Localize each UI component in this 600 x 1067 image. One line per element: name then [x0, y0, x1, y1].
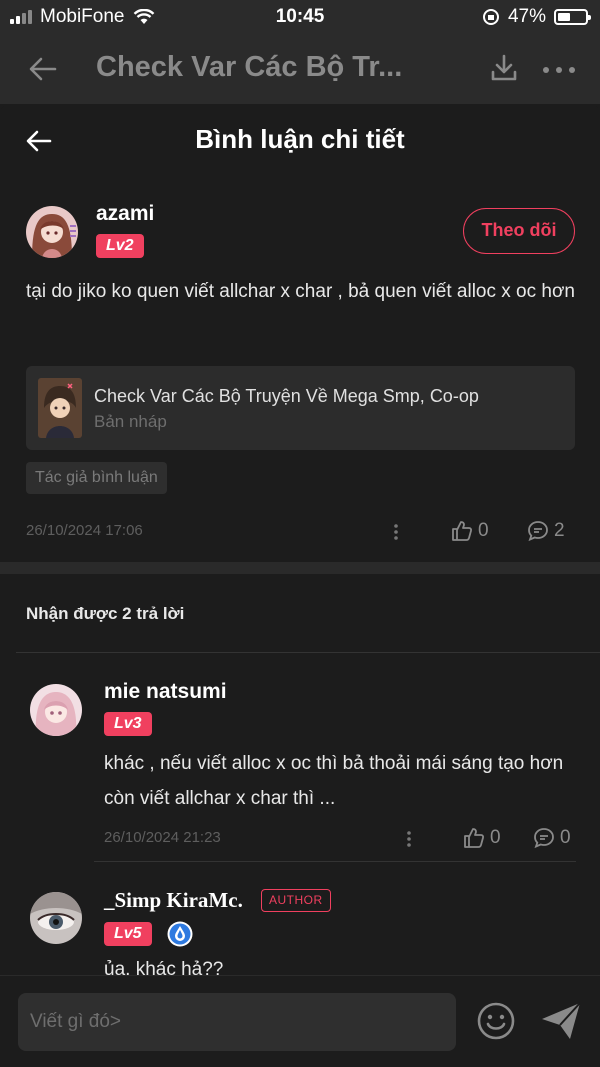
- like-count: 0: [478, 520, 489, 541]
- reply-username[interactable]: _Simp KiraMc.: [104, 888, 243, 913]
- comment-timestamp: 26/10/2024 17:06: [26, 522, 143, 539]
- thumbs-up-icon: [464, 828, 485, 848]
- level-badge: Lv3: [104, 712, 152, 736]
- kebab-menu-icon[interactable]: [406, 829, 412, 849]
- comment-input-bar: [0, 975, 600, 1067]
- avatar[interactable]: [30, 684, 82, 736]
- story-card[interactable]: Check Var Các Bộ Truyện Về Mega Smp, Co-…: [26, 366, 575, 450]
- emoji-icon[interactable]: [476, 1001, 516, 1041]
- reply-count-button[interactable]: 0: [532, 826, 571, 850]
- divider: [16, 652, 600, 653]
- story-name: Check Var Các Bộ Truyện Về Mega Smp, Co-…: [94, 386, 479, 406]
- reply-username[interactable]: mie natsumi: [104, 680, 227, 704]
- replies-header: Nhận được 2 trả lời: [26, 604, 185, 623]
- reply-text: khác , nếu viết alloc x oc thì bả thoải …: [104, 753, 564, 809]
- author-badge: AUTHOR: [261, 889, 331, 912]
- like-button[interactable]: 0: [462, 826, 501, 850]
- reply-count: 0: [560, 827, 571, 848]
- story-thumbnail: [38, 378, 82, 438]
- comment-input[interactable]: [18, 993, 456, 1051]
- avatar[interactable]: [30, 892, 82, 944]
- divider: [94, 861, 576, 862]
- orientation-lock-icon: [482, 9, 499, 25]
- back-arrow-icon[interactable]: [28, 54, 58, 84]
- thumbs-up-icon: [452, 521, 473, 541]
- reply-count-button[interactable]: 2: [526, 519, 565, 543]
- reply-count: 2: [554, 520, 565, 541]
- blue-droplet-badge-icon: [167, 921, 193, 947]
- level-badge: Lv2: [96, 234, 144, 258]
- battery-icon: [554, 9, 591, 25]
- status-bar: MobiFone 10:45 47%: [0, 0, 600, 34]
- send-icon[interactable]: [540, 1001, 582, 1041]
- battery-percent: 47%: [507, 6, 546, 27]
- like-button[interactable]: 0: [450, 519, 489, 543]
- story-title: Check Var Các Bộ Tr...: [96, 51, 403, 83]
- like-count: 0: [490, 827, 501, 848]
- level-badge: Lv5: [104, 922, 152, 946]
- comment-bubble-icon: [528, 521, 548, 542]
- sheet-header: Bình luận chi tiết: [0, 104, 600, 176]
- follow-button[interactable]: Theo dõi: [463, 208, 575, 254]
- reply-timestamp: 26/10/2024 21:23: [104, 829, 221, 846]
- avatar[interactable]: [26, 206, 78, 258]
- download-icon[interactable]: [488, 52, 520, 84]
- author-comment-tag: Tác giả bình luận: [26, 462, 167, 494]
- story-status: Bản nháp: [94, 412, 167, 431]
- comment-bubble-icon: [534, 828, 554, 849]
- sheet-title: Bình luận chi tiết: [195, 124, 405, 154]
- kebab-menu-icon[interactable]: [393, 522, 399, 542]
- more-icon[interactable]: [540, 56, 578, 84]
- comment-username[interactable]: azami: [96, 202, 154, 226]
- section-separator: [0, 562, 600, 574]
- comment-text: tại do jiko ko quen viết allchar x char …: [26, 281, 575, 302]
- comment-detail-sheet: Bình luận chi tiết azami Lv2 Theo dõi tạ…: [0, 104, 600, 1067]
- background-header: Check Var Các Bộ Tr...: [0, 34, 600, 104]
- status-right: 47%: [482, 6, 591, 28]
